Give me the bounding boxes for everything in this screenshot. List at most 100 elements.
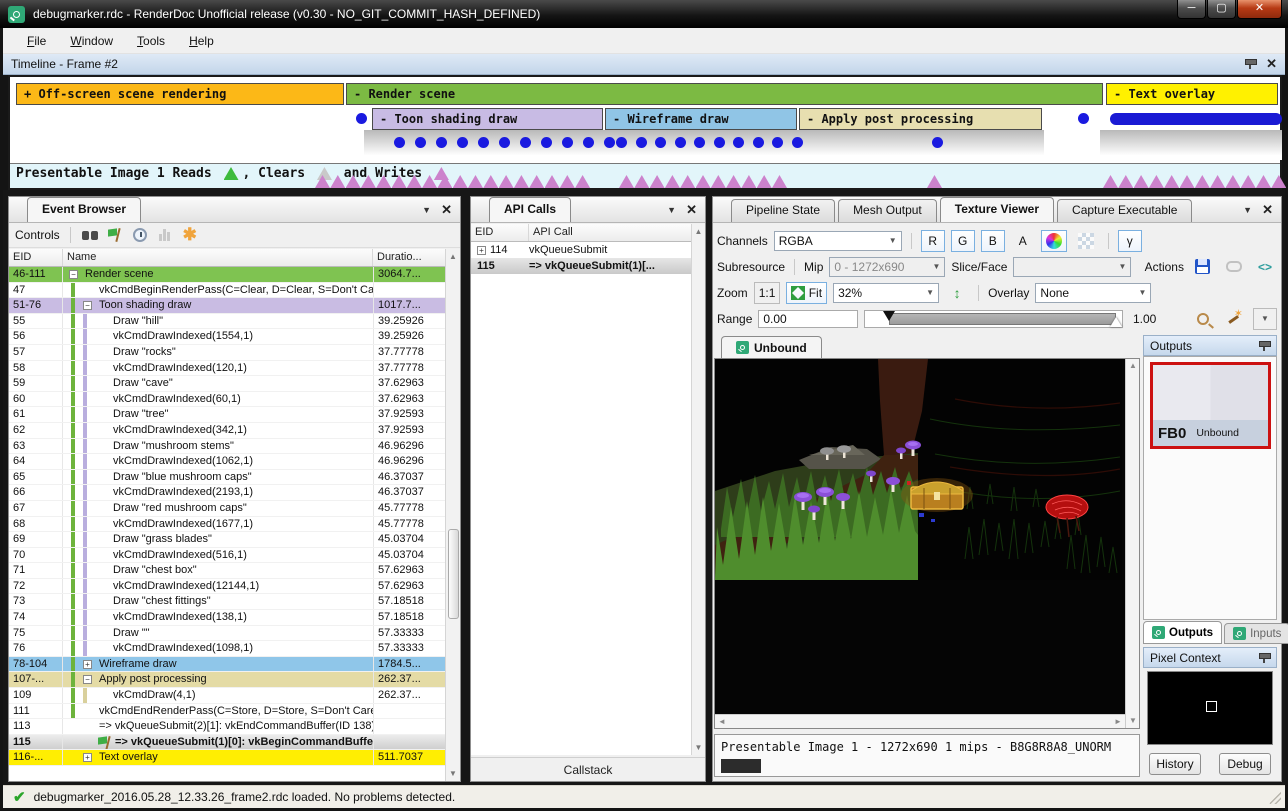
write-marker-triangle[interactable] — [757, 175, 772, 188]
event-row-66[interactable]: 66vkCmdDrawIndexed(2193,1)46.37037 — [9, 485, 445, 501]
event-row-74[interactable]: 74vkCmdDrawIndexed(138,1)57.18518 — [9, 610, 445, 626]
toolbar-overflow-button[interactable]: ▼ — [1253, 308, 1277, 330]
write-marker-triangle[interactable] — [1210, 175, 1225, 188]
event-row-70[interactable]: 70vkCmdDrawIndexed(516,1)45.03704 — [9, 548, 445, 564]
drawcall-dot[interactable] — [562, 137, 573, 148]
event-row-65[interactable]: 65Draw "blue mushroom caps"46.37037 — [9, 470, 445, 486]
chevron-down-icon[interactable]: ▼ — [422, 205, 431, 215]
api-call-row-115[interactable]: 115=> vkQueueSubmit(1)[... — [471, 258, 691, 274]
drawcall-dot[interactable] — [436, 137, 447, 148]
event-row-63[interactable]: 63Draw "mushroom stems"46.96296 — [9, 439, 445, 455]
fb0-thumbnail[interactable]: FB0 Unbound — [1150, 362, 1271, 449]
event-row-71[interactable]: 71Draw "chest box"57.62963 — [9, 563, 445, 579]
write-marker-triangle[interactable] — [483, 175, 498, 188]
menu-help[interactable]: Help — [179, 30, 224, 52]
chevron-down-icon[interactable]: ▼ — [1243, 205, 1252, 215]
write-marker-triangle[interactable] — [1241, 175, 1256, 188]
tab-unbound-texture[interactable]: Unbound — [721, 336, 822, 358]
time-durations-icon[interactable] — [131, 226, 149, 244]
close-icon[interactable]: ✕ — [441, 204, 452, 216]
scroll-down-icon[interactable]: ▼ — [692, 740, 705, 755]
view-as-code-button[interactable]: <> — [1253, 256, 1277, 278]
event-row-113[interactable]: 113=> vkQueueSubmit(2)[1]: vkEndCommandB… — [9, 719, 445, 735]
timeline-bar-wireframe-draw[interactable]: - Wireframe draw — [605, 108, 797, 130]
event-row-46-111[interactable]: 46-111−Render scene3064.7... — [9, 267, 445, 283]
drawcall-dot[interactable] — [675, 137, 686, 148]
write-marker-triangle[interactable] — [499, 175, 514, 188]
event-row-47[interactable]: 47vkCmdBeginRenderPass(C=Clear, D=Clear,… — [9, 283, 445, 299]
tree-expander-icon[interactable]: − — [69, 270, 78, 279]
tab-api-calls[interactable]: API Calls — [489, 197, 571, 222]
tree-expander-icon[interactable]: + — [83, 753, 92, 762]
range-black-handle[interactable] — [883, 311, 895, 321]
scroll-down-icon[interactable]: ▼ — [446, 766, 460, 781]
scroll-up-icon[interactable]: ▲ — [692, 224, 705, 239]
close-button[interactable]: ✕ — [1237, 0, 1282, 19]
write-marker-triangle[interactable] — [1134, 175, 1149, 188]
range-min-value[interactable]: 0.00 — [758, 310, 858, 328]
event-row-59[interactable]: 59Draw "cave"37.62963 — [9, 376, 445, 392]
mip-select[interactable]: 0 - 1272x690▼ — [829, 257, 945, 277]
tab-capture-executable[interactable]: Capture Executable — [1057, 199, 1192, 222]
event-row-115[interactable]: 115=> vkQueueSubmit(1)[0]: vkBeginComman… — [9, 735, 445, 751]
write-marker-triangle[interactable] — [772, 175, 787, 188]
horizontal-scrollbar[interactable]: ◄► — [715, 714, 1125, 728]
drawcall-dot[interactable] — [604, 137, 615, 148]
write-marker-triangle[interactable] — [1118, 175, 1133, 188]
callstack-section[interactable]: Callstack — [471, 757, 705, 781]
slice-face-select[interactable]: ▼ — [1013, 257, 1131, 277]
tab-pipeline-state[interactable]: Pipeline State — [731, 199, 835, 222]
drawcall-dot[interactable] — [1078, 113, 1089, 124]
drawcall-dot[interactable] — [415, 137, 426, 148]
menu-tools[interactable]: Tools — [127, 30, 175, 52]
timeline-panel-header[interactable]: Timeline - Frame #2 ✕ — [3, 54, 1285, 75]
write-marker-triangle[interactable] — [741, 175, 756, 188]
channels-select[interactable]: RGBA▼ — [774, 231, 902, 251]
find-icon[interactable] — [81, 226, 99, 244]
channel-g-button[interactable]: G — [951, 230, 975, 252]
drawcall-dot[interactable] — [356, 113, 367, 124]
zoom-1to1-button[interactable]: 1:1 — [754, 282, 781, 304]
menu-file[interactable]: File — [17, 30, 56, 52]
event-row-109[interactable]: 109vkCmdDraw(4,1)262.37... — [9, 688, 445, 704]
maximize-button[interactable]: ▢ — [1207, 0, 1236, 19]
pin-icon[interactable] — [1244, 58, 1256, 70]
event-row-57[interactable]: 57Draw "rocks"37.77778 — [9, 345, 445, 361]
zoom-level-select[interactable]: 32%▼ — [833, 283, 939, 303]
write-marker-triangle[interactable] — [927, 175, 942, 188]
api-calls-scrollbar[interactable]: ▲ ▼ — [691, 224, 705, 755]
event-row-56[interactable]: 56vkCmdDrawIndexed(1554,1)39.25926 — [9, 329, 445, 345]
debug-button[interactable]: Debug — [1219, 753, 1271, 775]
event-row-62[interactable]: 62vkCmdDrawIndexed(342,1)37.92593 — [9, 423, 445, 439]
close-icon[interactable]: ✕ — [1266, 58, 1277, 70]
event-row-58[interactable]: 58vkCmdDrawIndexed(120,1)37.77778 — [9, 361, 445, 377]
checker-background-button[interactable] — [1073, 230, 1099, 252]
tree-expander-icon[interactable]: + — [83, 660, 92, 669]
channel-b-button[interactable]: B — [981, 230, 1005, 252]
tab-mesh-output[interactable]: Mesh Output — [838, 199, 937, 222]
drawcall-dense-bar[interactable] — [1110, 113, 1282, 125]
tree-expander-icon[interactable]: − — [83, 301, 92, 310]
write-marker-triangle[interactable] — [1271, 175, 1286, 188]
timeline-bar-render-scene[interactable]: - Render scene — [346, 83, 1103, 105]
write-marker-triangle[interactable] — [545, 175, 560, 188]
write-marker-triangle[interactable] — [1149, 175, 1164, 188]
tab-event-browser[interactable]: Event Browser — [27, 197, 141, 222]
write-marker-triangle[interactable] — [650, 175, 665, 188]
write-marker-triangle[interactable] — [696, 175, 711, 188]
resize-grip[interactable] — [1269, 792, 1281, 804]
drawcall-dot[interactable] — [753, 137, 764, 148]
custom-display-button[interactable] — [1041, 230, 1067, 252]
write-marker-triangle[interactable] — [529, 175, 544, 188]
drawcall-dot[interactable] — [478, 137, 489, 148]
event-row-55[interactable]: 55Draw "hill"39.25926 — [9, 314, 445, 330]
event-row-78-104[interactable]: 78-104+Wireframe draw1784.5... — [9, 657, 445, 673]
drawcall-dot[interactable] — [772, 137, 783, 148]
tree-expander-icon[interactable]: + — [477, 246, 486, 255]
tab-outputs[interactable]: Outputs — [1143, 621, 1222, 644]
drawcall-dot[interactable] — [714, 137, 725, 148]
close-icon[interactable]: ✕ — [1262, 204, 1273, 216]
pin-icon[interactable] — [1258, 652, 1270, 664]
event-row-60[interactable]: 60vkCmdDrawIndexed(60,1)37.62963 — [9, 392, 445, 408]
tab-inputs[interactable]: Inputs — [1224, 623, 1288, 644]
